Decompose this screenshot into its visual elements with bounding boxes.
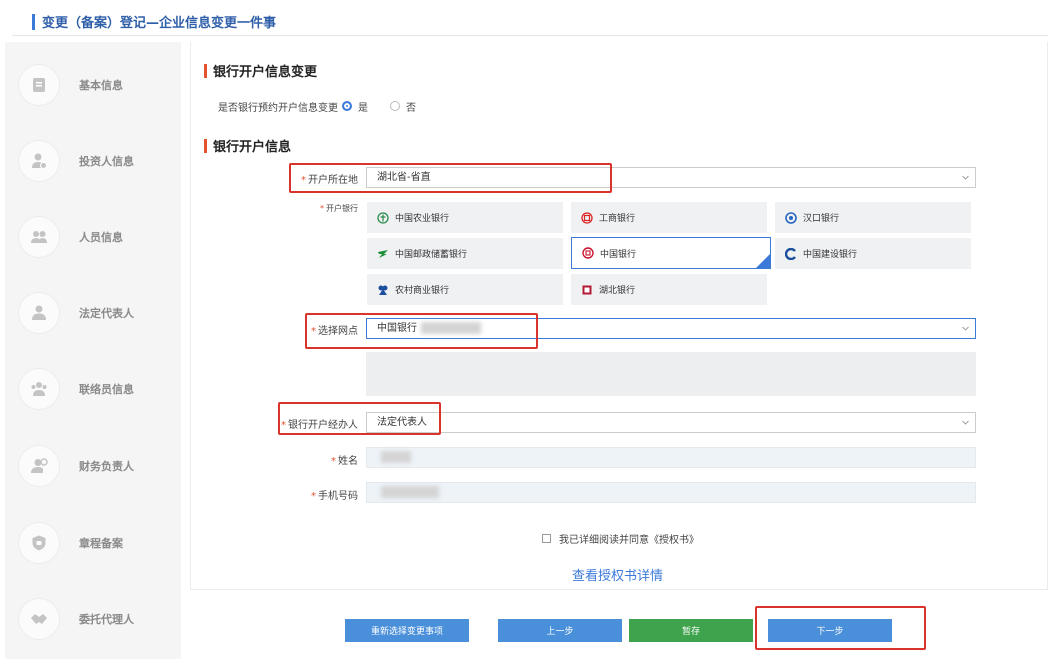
- sidebar-item-contact-info[interactable]: 联络员信息: [19, 369, 134, 409]
- sidebar-item-investor-info[interactable]: 投资人信息: [19, 141, 134, 181]
- sidebar-item-label: 联络员信息: [79, 383, 134, 396]
- agree-row[interactable]: 我已详细阅读并同意《授权书》: [542, 531, 699, 546]
- radio-no[interactable]: [390, 101, 400, 111]
- abc-logo-icon: [377, 211, 389, 224]
- sidebar-item-legal-rep[interactable]: 法定代表人: [19, 293, 134, 333]
- chevron-down-icon: [962, 325, 969, 332]
- header-accent-bar: [32, 13, 35, 30]
- sidebar-item-label: 基本信息: [79, 79, 123, 92]
- bank-change-question: 是否银行预约开户信息变更: [218, 103, 338, 114]
- section-mark: [204, 138, 207, 153]
- page-title: 变更（备案）登记—企业信息变更一件事: [42, 16, 277, 31]
- bank-option-ccb[interactable]: 中国建设银行: [775, 238, 971, 269]
- section-mark: [204, 63, 207, 78]
- highlight-box-handler: [278, 402, 441, 435]
- ccb-logo-icon: [785, 247, 797, 260]
- name-field[interactable]: [366, 447, 976, 468]
- sidebar-item-label: 财务负责人: [79, 460, 134, 473]
- sidebar-item-agent[interactable]: 委托代理人: [19, 599, 134, 639]
- radio-yes[interactable]: [342, 101, 352, 111]
- investor-icon: [19, 141, 59, 181]
- phone-field[interactable]: [366, 482, 976, 503]
- rural-bank-logo-icon: [377, 284, 389, 296]
- section-title-bank-info: 银行开户信息: [204, 136, 291, 155]
- psbc-logo-icon: [377, 248, 389, 260]
- branch-info-area: [366, 352, 976, 396]
- highlight-box-branch: [305, 313, 538, 349]
- selected-check-icon: [756, 254, 770, 268]
- hankou-logo-icon: [785, 211, 797, 224]
- save-draft-button[interactable]: 暂存: [629, 619, 753, 642]
- section-title-text: 银行开户信息: [213, 140, 292, 155]
- highlight-box-next: [755, 606, 926, 650]
- document-icon: [19, 65, 59, 105]
- boc-logo-icon: [582, 247, 594, 259]
- section-title-text: 银行开户信息变更: [213, 65, 318, 80]
- prev-button[interactable]: 上一步: [498, 619, 622, 642]
- sidebar-item-personnel-info[interactable]: 人员信息: [19, 217, 123, 257]
- sidebar-item-charter-filing[interactable]: 章程备案: [19, 523, 123, 563]
- icbc-logo-icon: [581, 211, 593, 224]
- page-header: 变更（备案）登记—企业信息变更一件事: [12, 8, 1048, 36]
- hubei-bank-logo-icon: [581, 284, 593, 296]
- view-authorization-link[interactable]: 查看授权书详情: [572, 565, 663, 584]
- sidebar-item-finance-person[interactable]: 财务负责人: [19, 446, 134, 486]
- handshake-icon: [19, 599, 59, 639]
- chevron-down-icon: [962, 419, 969, 426]
- bank-option-icbc[interactable]: 工商银行: [571, 202, 767, 233]
- sidebar-item-label: 法定代表人: [79, 307, 134, 320]
- handler-select[interactable]: 法定代表人: [366, 412, 976, 433]
- bank-option-psbc[interactable]: 中国邮政储蓄银行: [367, 238, 563, 269]
- shield-icon: [19, 523, 59, 563]
- bank-label: * 开户银行: [320, 204, 358, 213]
- sidebar-item-label: 投资人信息: [79, 155, 134, 168]
- section-title-bank-change: 银行开户信息变更: [204, 61, 317, 80]
- person-icon: [19, 293, 59, 333]
- people-icon: [19, 217, 59, 257]
- bank-option-rural-commercial[interactable]: 农村商业银行: [367, 274, 563, 305]
- redacted-text: [381, 451, 411, 463]
- highlight-box-location: [289, 163, 612, 193]
- finance-person-icon: [19, 446, 59, 486]
- sidebar-item-label: 章程备案: [79, 537, 123, 550]
- sidebar: 基本信息 投资人信息 人员信息 法定代表人 联络员信息 财务负责人 章程备案 委…: [5, 42, 181, 659]
- contact-icon: [19, 369, 59, 409]
- name-label: * 姓名: [331, 456, 358, 467]
- sidebar-item-label: 委托代理人: [79, 613, 134, 626]
- reselect-button[interactable]: 重新选择变更事项: [345, 619, 469, 642]
- sidebar-item-basic-info[interactable]: 基本信息: [19, 65, 123, 105]
- bank-option-hubei[interactable]: 湖北银行: [571, 274, 767, 305]
- radio-no-label[interactable]: 否: [406, 99, 416, 114]
- chevron-down-icon: [962, 174, 969, 181]
- bank-option-boc[interactable]: 中国银行: [571, 237, 771, 269]
- bank-option-abc[interactable]: 中国农业银行: [367, 202, 563, 233]
- sidebar-item-label: 人员信息: [79, 231, 123, 244]
- agree-checkbox[interactable]: [542, 534, 551, 543]
- radio-yes-label[interactable]: 是: [358, 99, 368, 114]
- redacted-text: [381, 486, 439, 498]
- bank-option-hankou[interactable]: 汉口银行: [775, 202, 971, 233]
- phone-label: * 手机号码: [311, 491, 358, 502]
- agree-text: 我已详细阅读并同意《授权书》: [559, 535, 699, 546]
